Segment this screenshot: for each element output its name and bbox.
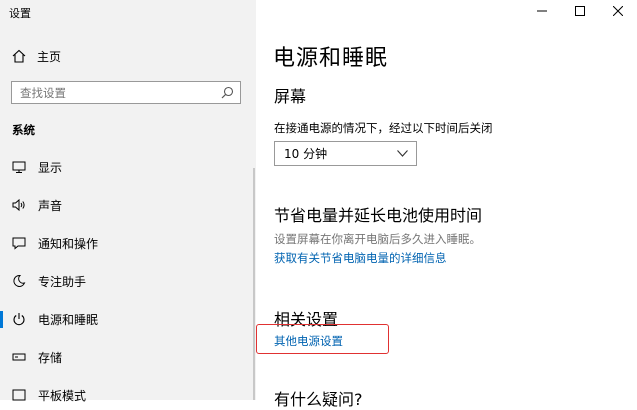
- nav-home[interactable]: 主页: [12, 46, 61, 66]
- close-icon: [613, 6, 623, 16]
- battery-description: 设置屏幕在你离开电脑后多久进入睡眠。: [274, 232, 481, 246]
- screen-timeout-label: 在接通电源的情况下，经过以下时间后关闭: [274, 121, 493, 135]
- storage-icon: [12, 353, 26, 361]
- monitor-icon: [12, 161, 26, 173]
- section-label: 系统: [12, 123, 35, 137]
- sidebar-item-storage[interactable]: 存储: [0, 343, 256, 371]
- minimize-icon: [537, 10, 547, 12]
- window-controls: [523, 0, 637, 22]
- sidebar-item-label: 存储: [38, 350, 63, 365]
- sidebar-item-label: 声音: [38, 198, 63, 213]
- screen-timeout-value: 10 分钟: [284, 147, 328, 161]
- sidebar-item-label: 电源和睡眠: [38, 312, 99, 327]
- chevron-down-icon: [397, 150, 408, 157]
- power-icon: [13, 313, 25, 326]
- sidebar-item-tablet-mode[interactable]: 平板模式: [0, 381, 256, 409]
- sidebar-item-label: 平板模式: [38, 388, 87, 403]
- home-icon: [12, 49, 26, 63]
- minimize-button[interactable]: [523, 0, 561, 22]
- battery-info-link[interactable]: 获取有关节省电脑电量的详细信息: [274, 250, 447, 266]
- search-placeholder: 查找设置: [20, 85, 66, 100]
- notification-icon: [12, 237, 26, 250]
- sidebar-scrollbar[interactable]: [253, 168, 255, 400]
- sidebar-item-label: 专注助手: [38, 274, 87, 289]
- sidebar-item-notifications[interactable]: 通知和操作: [0, 229, 256, 257]
- sidebar-item-label: 通知和操作: [38, 236, 99, 251]
- nav-home-label: 主页: [37, 49, 62, 64]
- sidebar-item-label: 显示: [38, 160, 63, 175]
- maximize-icon: [575, 6, 585, 16]
- battery-heading: 节省电量并延长电池使用时间: [274, 206, 483, 225]
- screen-heading: 屏幕: [274, 87, 307, 106]
- search-input[interactable]: 查找设置: [11, 81, 241, 104]
- page-title: 电源和睡眠: [273, 46, 389, 71]
- highlight-box: [256, 324, 389, 354]
- question-heading: 有什么疑问?: [274, 390, 363, 409]
- sidebar-item-sound[interactable]: 声音: [0, 191, 256, 219]
- sidebar: 设置 主页 查找设置 系统 显示 声音 通知和操作 专注助手 电源和睡眠 存储 …: [0, 0, 256, 403]
- screen-timeout-select[interactable]: 10 分钟: [274, 141, 417, 166]
- sidebar-item-power-sleep[interactable]: 电源和睡眠: [0, 305, 256, 333]
- speaker-icon: [12, 198, 25, 212]
- search-icon[interactable]: [221, 86, 234, 99]
- close-button[interactable]: [599, 0, 637, 22]
- moon-icon: [13, 274, 26, 287]
- maximize-button[interactable]: [561, 0, 599, 22]
- sidebar-item-display[interactable]: 显示: [0, 153, 256, 181]
- window-title: 设置: [9, 7, 31, 20]
- sidebar-item-focus-assist[interactable]: 专注助手: [0, 267, 256, 295]
